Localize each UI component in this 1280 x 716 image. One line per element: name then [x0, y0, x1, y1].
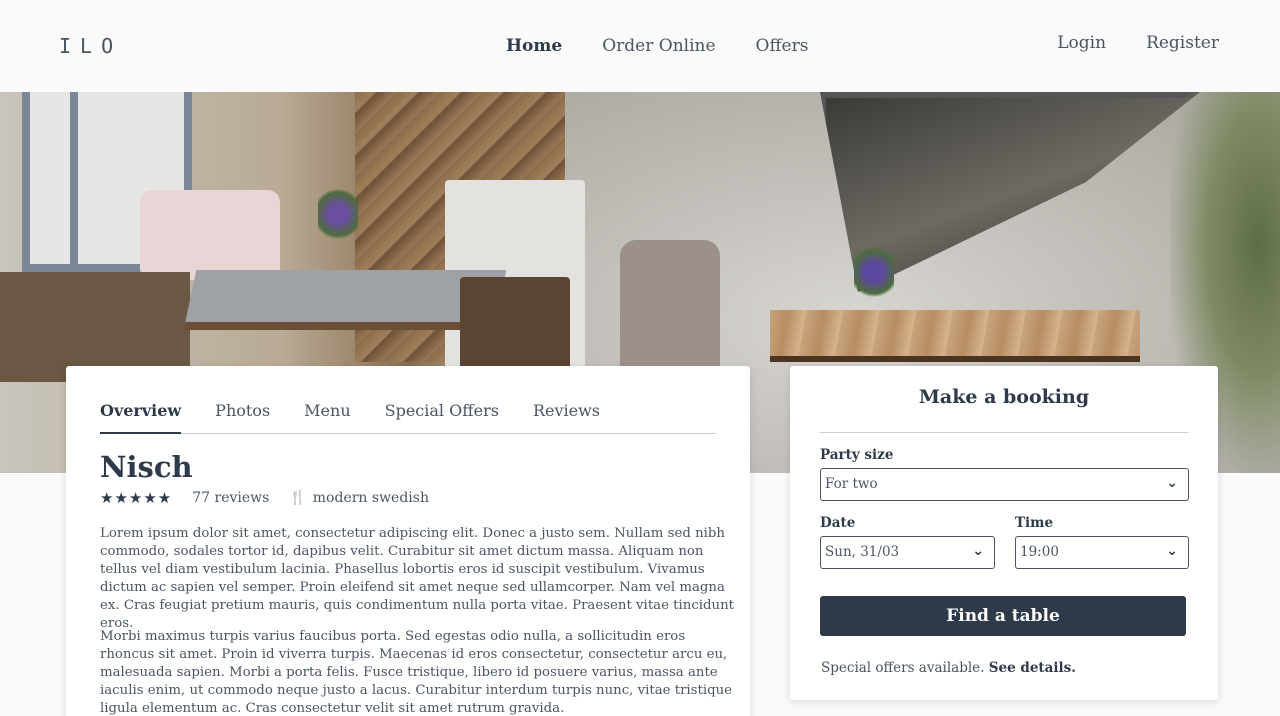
tab-bar: Overview Photos Menu Special Offers Revi… — [100, 400, 716, 434]
booking-card: Make a booking Party size For two ⌄ Date… — [790, 366, 1218, 700]
register-link[interactable]: Register — [1146, 33, 1219, 53]
auth-links: Login Register — [1017, 33, 1219, 53]
date-label: Date — [820, 515, 856, 531]
time-select[interactable]: 19:00 ⌄ — [1015, 536, 1189, 569]
hero-flowers-right — [854, 242, 894, 302]
nav-order-online[interactable]: Order Online — [602, 36, 715, 56]
chevron-down-icon: ⌄ — [1166, 475, 1178, 491]
tab-special-offers[interactable]: Special Offers — [385, 400, 499, 434]
tab-photos[interactable]: Photos — [215, 400, 270, 434]
logo[interactable]: ILO — [59, 34, 122, 58]
reviews-link[interactable]: 77 reviews — [192, 490, 269, 506]
hero-flowers-left — [318, 184, 358, 244]
cutlery-icon: 🍴 — [289, 490, 307, 506]
chevron-down-icon: ⌄ — [1166, 543, 1178, 559]
time-label: Time — [1015, 515, 1054, 531]
star-icon: ★★★★★ — [100, 489, 173, 507]
restaurant-name: Nisch — [100, 450, 193, 484]
chevron-down-icon: ⌄ — [972, 543, 984, 559]
hero-table-left — [183, 270, 507, 330]
see-details-link[interactable]: See details. — [989, 660, 1076, 676]
description-paragraph: Lorem ipsum dolor sit amet, consectetur … — [100, 526, 735, 631]
party-size-label: Party size — [820, 447, 894, 463]
nav-home[interactable]: Home — [506, 36, 562, 56]
restaurant-meta: ★★★★★ 77 reviews 🍴 modern swedish — [100, 489, 429, 507]
login-link[interactable]: Login — [1057, 33, 1106, 53]
hero-throw-blanket — [620, 240, 720, 380]
tab-overview[interactable]: Overview — [100, 400, 182, 434]
hero-table-right — [770, 310, 1140, 362]
description-paragraph: Morbi maximus turpis varius faucibus por… — [100, 629, 733, 716]
find-table-button[interactable]: Find a table — [820, 596, 1186, 636]
hero-cushion — [140, 190, 280, 280]
time-value: 19:00 — [1020, 544, 1059, 560]
nav-offers[interactable]: Offers — [756, 36, 809, 56]
booking-title: Make a booking — [918, 386, 1090, 408]
offers-text: Special offers available. — [821, 660, 985, 676]
restaurant-info-card: Overview Photos Menu Special Offers Revi… — [66, 366, 750, 716]
main-nav: Home Order Online Offers — [506, 36, 848, 56]
tab-menu[interactable]: Menu — [304, 400, 350, 434]
party-size-select[interactable]: For two ⌄ — [820, 468, 1189, 501]
party-size-value: For two — [825, 476, 878, 492]
cuisine-label: modern swedish — [312, 490, 429, 506]
divider — [820, 432, 1188, 433]
date-select[interactable]: Sun, 31/03 ⌄ — [820, 536, 995, 569]
date-value: Sun, 31/03 — [825, 544, 900, 560]
tab-reviews[interactable]: Reviews — [533, 400, 600, 434]
special-offers-note: Special offers available. See details. — [821, 660, 1076, 676]
site-header: ILO Home Order Online Offers Login Regis… — [0, 0, 1280, 92]
